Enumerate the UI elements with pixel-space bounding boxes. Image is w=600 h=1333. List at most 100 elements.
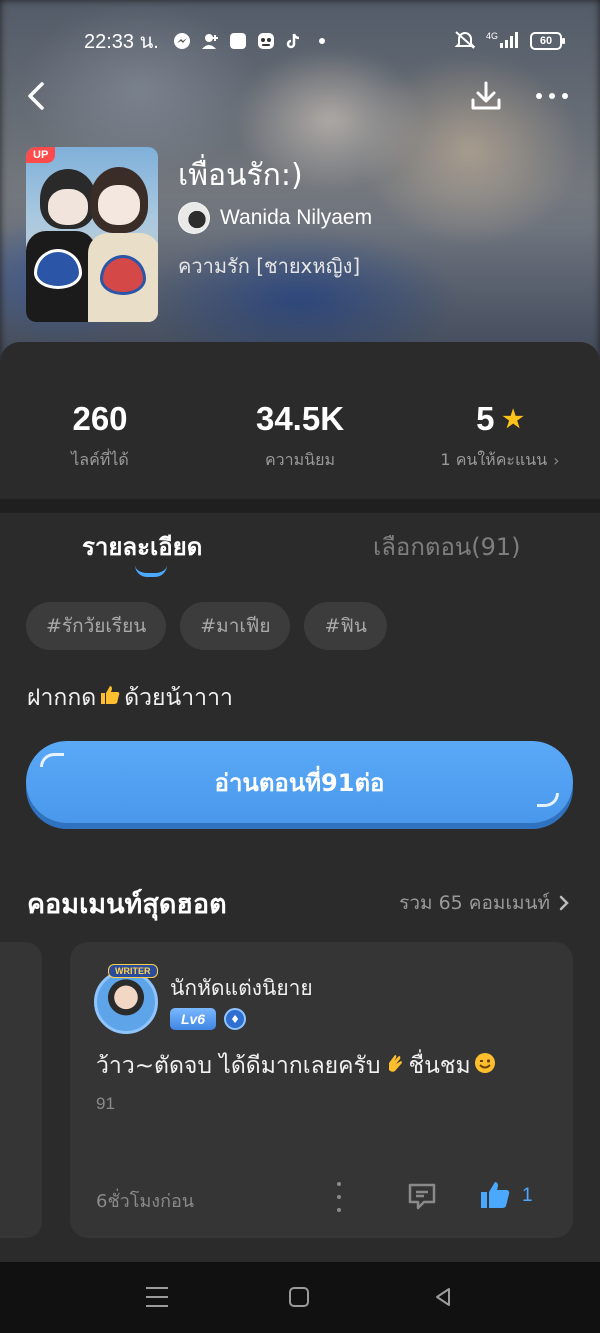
popularity-value: 34.5K — [255, 400, 345, 437]
triangle-back-icon — [436, 1288, 450, 1306]
comment-text-part: ว้าว~ตัดจบ ได้ดีมากเลยครับ — [96, 1053, 381, 1079]
signal-icon: 4G — [486, 30, 520, 53]
likes-label: ไลค์ที่ได้ — [71, 450, 129, 469]
tag-list: #รักวัยเรียน #มาเฟีย #ฟิน — [26, 602, 387, 650]
more-dot-icon — [337, 1182, 341, 1186]
clapping-hands-emoji-icon — [383, 1051, 407, 1081]
button-gloss — [40, 753, 64, 767]
rating-label-row[interactable]: 1 คนให้คะแนน › — [400, 448, 600, 473]
svg-text:4G: 4G — [486, 31, 498, 41]
rating-value: 5 — [476, 400, 495, 437]
download-button[interactable] — [468, 78, 504, 114]
update-badge: UP — [26, 147, 56, 163]
tag-chip[interactable]: #รักวัยเรียน — [26, 602, 167, 650]
rating-value-row: 5 ★ — [400, 400, 600, 438]
chevron-left-icon — [28, 82, 44, 110]
menu-line — [146, 1305, 168, 1307]
verified-icon: ♦ — [224, 1008, 246, 1030]
writer-badge: WRITER — [108, 964, 158, 978]
previous-comment-card[interactable] — [0, 942, 42, 1238]
stats-row: 260 ไลค์ที่ได้ 34.5K ความนิยม 5 ★ 1 คนให… — [0, 342, 600, 499]
commenter-name[interactable]: นักหัดแต่งนิยาย — [170, 972, 313, 1005]
recent-apps-button[interactable] — [146, 1287, 168, 1307]
add-contact-icon — [200, 31, 220, 51]
more-dot-icon — [562, 93, 568, 99]
battery-indicator: 60 — [530, 32, 565, 50]
continue-reading-label: อ่านตอนที่91ต่อ — [214, 768, 385, 797]
tab-active-indicator — [135, 565, 167, 577]
button-gloss — [537, 793, 559, 807]
description-text: ฝากกด — [27, 685, 97, 711]
popularity-label: ความนิยม — [264, 450, 336, 469]
cover-heart — [34, 249, 82, 289]
story-title: เพื่อนรัก:) — [178, 158, 303, 193]
comment-more-button[interactable] — [334, 1182, 344, 1212]
wink-emoji-icon — [473, 1051, 497, 1081]
more-dot-icon — [337, 1208, 341, 1212]
cover-heart — [100, 255, 146, 295]
app-square-icon — [228, 31, 248, 51]
tiktok-icon — [284, 31, 304, 51]
chevron-right-icon — [559, 895, 569, 911]
comment-icon — [408, 1183, 436, 1210]
system-icons: 4G 60 — [454, 30, 565, 53]
menu-line — [146, 1296, 168, 1298]
more-dot-icon — [536, 93, 542, 99]
reply-button[interactable] — [406, 1180, 438, 1212]
author-name[interactable]: Wanida Nilyaem — [220, 206, 372, 230]
tab-bar: รายละเอียด เลือกตอน(91) — [0, 513, 600, 593]
stat-likes: 260 ไลค์ที่ได้ — [0, 400, 200, 473]
thumbs-up-icon — [481, 1182, 510, 1208]
comment-card[interactable]: WRITER นักหัดแต่งนิยาย Lv6 ♦ ว้าว~ตัดจบ … — [70, 942, 573, 1238]
like-count: 1 — [522, 1185, 533, 1206]
more-dot-icon — [549, 93, 555, 99]
tag-chip[interactable]: #มาเฟีย — [180, 602, 291, 650]
story-cover-image[interactable]: UP — [26, 147, 158, 322]
stat-rating[interactable]: 5 ★ 1 คนให้คะแนน › — [400, 400, 600, 473]
menu-line — [146, 1287, 168, 1289]
status-bar: 22:33 น. 4G 60 — [0, 22, 600, 60]
continue-reading-button[interactable]: อ่านตอนที่91ต่อ — [26, 741, 573, 823]
all-comments-link[interactable]: รวม 65 คอมเมนท์ — [399, 888, 570, 918]
messenger-icon — [172, 31, 192, 51]
tag-chip[interactable]: #ฟิน — [304, 602, 387, 650]
author-avatar[interactable] — [178, 202, 210, 234]
star-icon: ★ — [502, 405, 524, 433]
story-description: ฝากกด ด้วยน้าาาา — [27, 680, 233, 716]
story-genre[interactable]: ความรัก [ชายxหญิง] — [178, 250, 360, 282]
comments-total: รวม 65 คอมเมนท์ — [399, 892, 550, 914]
tab-episodes[interactable]: เลือกตอน(91) — [373, 527, 521, 566]
comment-time: 6ชั่วโมงก่อน — [96, 1191, 195, 1212]
author-row[interactable]: Wanida Nilyaem — [178, 202, 372, 234]
more-options-button[interactable] — [532, 86, 572, 106]
system-navigation-bar — [0, 1262, 600, 1333]
notification-icons — [172, 31, 332, 51]
cover-figure — [98, 185, 140, 225]
status-time: 22:33 น. — [84, 31, 159, 53]
tab-details[interactable]: รายละเอียด — [82, 527, 202, 566]
dot-icon — [312, 31, 332, 51]
likes-value: 260 — [72, 400, 128, 437]
comment-text: ว้าว~ตัดจบ ได้ดีมากเลยครับ ชื่นชม — [96, 1048, 499, 1084]
more-dot-icon — [337, 1195, 341, 1199]
stat-popularity: 34.5K ความนิยม — [200, 400, 400, 473]
hot-comments-title: คอมเมนท์สุดฮอต — [27, 889, 227, 920]
cover-figure — [48, 189, 88, 225]
rating-label: 1 คนให้คะแนน — [440, 450, 548, 469]
comment-text-part: ชื่นชม — [408, 1053, 471, 1079]
section-divider — [0, 499, 600, 513]
story-detail-sheet: 260 ไลค์ที่ได้ 34.5K ความนิยม 5 ★ 1 คนให… — [0, 342, 600, 1262]
comment-episode: 91 — [96, 1094, 115, 1113]
like-button[interactable] — [478, 1178, 512, 1212]
level-badge: Lv6 — [170, 1008, 216, 1030]
download-icon — [471, 81, 501, 110]
thumbs-up-emoji-icon — [98, 683, 122, 713]
back-button[interactable] — [22, 78, 52, 114]
description-text: ด้วยน้าาาา — [124, 685, 233, 711]
app-face-icon — [256, 31, 276, 51]
system-back-button[interactable] — [432, 1286, 454, 1308]
mute-icon — [454, 30, 476, 53]
chevron-right-icon: › — [553, 451, 560, 470]
home-button[interactable] — [289, 1287, 309, 1307]
commenter-avatar[interactable] — [94, 970, 158, 1034]
